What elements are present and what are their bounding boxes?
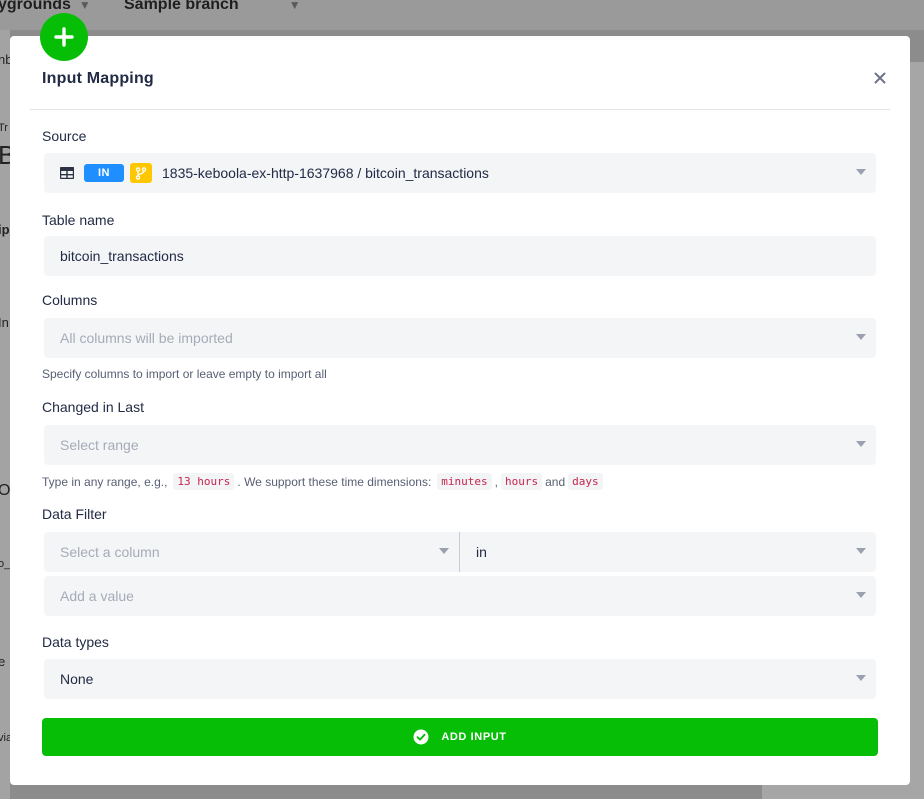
- table-icon: [60, 167, 74, 179]
- background-crumb-branch-label: Sample branch: [124, 0, 239, 13]
- columns-select[interactable]: All columns will be imported: [44, 318, 876, 358]
- close-icon: [874, 72, 886, 84]
- branch-icon: [130, 163, 152, 183]
- changed-in-last-select[interactable]: Select range: [44, 425, 876, 465]
- background-fragment: o_: [0, 558, 11, 570]
- filter-operator-value: in: [476, 544, 487, 560]
- source-select[interactable]: IN 1835-keboola-ex-http-1637968 / bitcoi…: [44, 153, 876, 193]
- modal-header: Input Mapping: [30, 36, 890, 110]
- code-hours: hours: [500, 473, 543, 490]
- chevron-down-icon: ▼: [78, 0, 91, 12]
- table-name-label: Table name: [42, 212, 115, 228]
- data-filter-label: Data Filter: [42, 506, 107, 522]
- data-types-select[interactable]: None: [44, 659, 876, 699]
- chevron-down-icon: [856, 548, 866, 554]
- data-filter-row: Select a column in: [44, 532, 876, 572]
- modal-title: Input Mapping: [42, 70, 154, 87]
- chevron-down-icon: [439, 548, 449, 554]
- columns-label: Columns: [42, 292, 98, 308]
- background-header: ygrounds ▼ Sample branch ▼: [0, 0, 924, 30]
- data-types-value: None: [60, 671, 94, 687]
- input-mapping-modal: Input Mapping Source IN 1835-keboola-ex-…: [10, 13, 910, 785]
- changed-in-last-placeholder: Select range: [60, 437, 139, 453]
- background-fragment: O: [0, 482, 11, 499]
- chevron-down-icon: [856, 169, 866, 175]
- code-days: days: [568, 473, 603, 490]
- changed-in-last-label: Changed in Last: [42, 399, 144, 415]
- background-sidebar: nb Tr B ip In O o_ e via: [0, 30, 15, 799]
- table-name-input[interactable]: bitcoin_transactions: [44, 236, 876, 276]
- close-button[interactable]: [870, 68, 890, 88]
- filter-column-select[interactable]: Select a column: [44, 532, 459, 572]
- background-crumb-project: ygrounds ▼: [0, 0, 91, 14]
- help-text: and: [545, 474, 566, 489]
- background-crumb-branch: Sample branch ▼: [124, 0, 301, 14]
- filter-operator-select[interactable]: in: [460, 532, 876, 572]
- chevron-down-icon: [856, 592, 866, 598]
- changed-in-last-help: Type in any range, e.g., 13 hours . We s…: [42, 473, 606, 490]
- chevron-down-icon: [856, 441, 866, 447]
- chevron-down-icon: ▼: [288, 0, 301, 12]
- background-fragment: ip: [0, 222, 10, 237]
- add-input-button[interactable]: ADD INPUT: [42, 718, 878, 756]
- help-text: . We support these time dimensions:: [237, 474, 432, 489]
- chevron-down-icon: [856, 334, 866, 340]
- add-input-label: ADD INPUT: [441, 731, 507, 743]
- data-types-label: Data types: [42, 634, 109, 650]
- code-minutes: minutes: [437, 473, 492, 490]
- source-label: Source: [42, 128, 87, 144]
- background-crumb-project-label: ygrounds: [0, 0, 71, 13]
- plus-icon: [40, 13, 88, 61]
- columns-help: Specify columns to import or leave empty…: [42, 367, 327, 381]
- chevron-down-icon: [856, 675, 866, 681]
- columns-placeholder: All columns will be imported: [60, 330, 233, 346]
- filter-value-select[interactable]: Add a value: [44, 576, 876, 616]
- check-circle-icon: [413, 729, 429, 745]
- filter-value-placeholder: Add a value: [60, 588, 134, 604]
- stage-badge: IN: [84, 164, 124, 182]
- filter-column-placeholder: Select a column: [60, 544, 160, 560]
- background-fragment: In: [0, 315, 9, 330]
- code-example: 13 hours: [173, 473, 235, 490]
- background-fragment: e: [0, 654, 6, 669]
- source-value: 1835-keboola-ex-http-1637968 / bitcoin_t…: [162, 165, 489, 181]
- background-fragment: Tr: [0, 122, 8, 134]
- table-name-value: bitcoin_transactions: [60, 248, 184, 264]
- help-text: Type in any range, e.g.,: [42, 474, 168, 489]
